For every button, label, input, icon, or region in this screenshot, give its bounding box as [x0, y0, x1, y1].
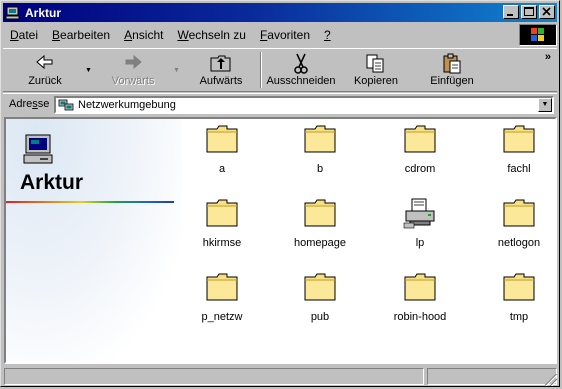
folder-title: Arktur: [20, 171, 84, 194]
folder-icon: [303, 197, 337, 229]
item-label: a: [218, 163, 226, 175]
copy-button[interactable]: Kopieren: [343, 51, 409, 89]
folder-item[interactable]: hkirmse: [182, 197, 262, 255]
address-input[interactable]: Netzwerkumgebung ▼: [54, 96, 554, 114]
menu-help[interactable]: ?: [317, 28, 338, 42]
folder-icon: [502, 123, 536, 155]
resize-grip[interactable]: [545, 374, 557, 386]
computer-icon: [22, 133, 56, 170]
close-button[interactable]: [539, 5, 555, 19]
folder-icon: [303, 123, 337, 155]
folder-icon: [205, 271, 239, 303]
up-button[interactable]: Aufwärts: [189, 51, 253, 89]
status-cell-zone: [427, 368, 557, 385]
folder-item[interactable]: netlogon: [479, 197, 555, 255]
maximize-button[interactable]: [521, 5, 537, 19]
windows-flag-icon: [531, 28, 544, 41]
close-icon: [542, 7, 551, 16]
folder-item[interactable]: homepage: [280, 197, 360, 255]
printer-icon: [403, 197, 437, 229]
item-label: fachl: [507, 163, 531, 175]
folder-view: Arktur a b cdrom fachl hkirmse homepage lp netl…: [4, 117, 557, 364]
minimize-button[interactable]: [503, 5, 519, 19]
folder-icon: [502, 271, 536, 303]
folder-icon: [205, 123, 239, 155]
maximize-icon: [524, 7, 534, 16]
menu-datei[interactable]: Datei: [3, 28, 45, 42]
folder-item[interactable]: pub: [280, 271, 360, 329]
folder-item[interactable]: b: [280, 123, 360, 181]
item-label: p_netzw: [201, 311, 243, 323]
standard-toolbar: Zurück ▼ Vorwärts ▼ Aufwärts Ausschneide…: [3, 48, 557, 92]
status-cell-main: [4, 368, 424, 385]
toolbar-separator: [260, 52, 262, 88]
forward-button[interactable]: Vorwärts: [99, 51, 167, 89]
folder-item[interactable]: a: [182, 123, 262, 181]
item-label: netlogon: [497, 237, 541, 249]
up-folder-icon: [210, 53, 232, 76]
back-arrow-icon: [35, 53, 55, 74]
title-bar[interactable]: Arktur: [3, 3, 557, 22]
menu-bar: Datei Bearbeiten Ansicht Wechseln zu Fav…: [3, 24, 557, 46]
item-label: lp: [415, 237, 425, 249]
cut-button[interactable]: Ausschneiden: [265, 51, 337, 89]
back-button[interactable]: Zurück: [11, 51, 79, 89]
toolbar-more-chevron[interactable]: »: [545, 51, 551, 63]
menu-bearbeiten[interactable]: Bearbeiten: [45, 28, 117, 42]
item-label: hkirmse: [202, 237, 242, 249]
back-dropdown-icon[interactable]: ▼: [85, 67, 92, 74]
paste-button[interactable]: Einfügen: [419, 51, 485, 89]
item-label: cdrom: [404, 163, 436, 175]
window-title: Arktur: [25, 5, 62, 20]
folder-icon: [502, 197, 536, 229]
network-neighborhood-icon: [58, 99, 74, 111]
folder-item[interactable]: robin-hood: [380, 271, 460, 329]
folder-item[interactable]: cdrom: [380, 123, 460, 181]
computer-icon: [5, 5, 21, 21]
menu-wechseln-zu[interactable]: Wechseln zu: [170, 28, 252, 42]
address-value: Netzwerkumgebung: [78, 99, 176, 111]
item-label: robin-hood: [393, 311, 447, 323]
printer-item[interactable]: lp: [380, 197, 460, 255]
item-label: tmp: [509, 311, 529, 323]
menu-favoriten[interactable]: Favoriten: [253, 28, 317, 42]
folder-icon: [403, 271, 437, 303]
address-bar: Adresse Netzwerkumgebung ▼: [3, 93, 557, 115]
color-divider: [6, 201, 174, 203]
explorer-window: Arktur Datei Bearbeiten Ansicht Wechseln…: [0, 0, 560, 387]
folder-icon: [205, 197, 239, 229]
menu-ansicht[interactable]: Ansicht: [117, 28, 170, 42]
item-label: homepage: [294, 237, 346, 249]
item-label: b: [316, 163, 324, 175]
address-label: Adresse: [9, 98, 50, 110]
status-bar: [3, 367, 557, 386]
web-view-info-pane: Arktur: [6, 119, 182, 362]
address-dropdown-button[interactable]: ▼: [538, 98, 552, 112]
folder-item[interactable]: fachl: [479, 123, 555, 181]
minimize-icon: [507, 14, 513, 16]
windows-logo: [519, 24, 557, 46]
folder-item[interactable]: p_netzw: [182, 271, 262, 329]
folder-icon: [403, 123, 437, 155]
folder-item[interactable]: tmp: [479, 271, 555, 329]
item-label: pub: [310, 311, 330, 323]
folder-icon: [303, 271, 337, 303]
forward-dropdown-icon[interactable]: ▼: [173, 67, 180, 74]
forward-arrow-icon: [123, 53, 143, 74]
